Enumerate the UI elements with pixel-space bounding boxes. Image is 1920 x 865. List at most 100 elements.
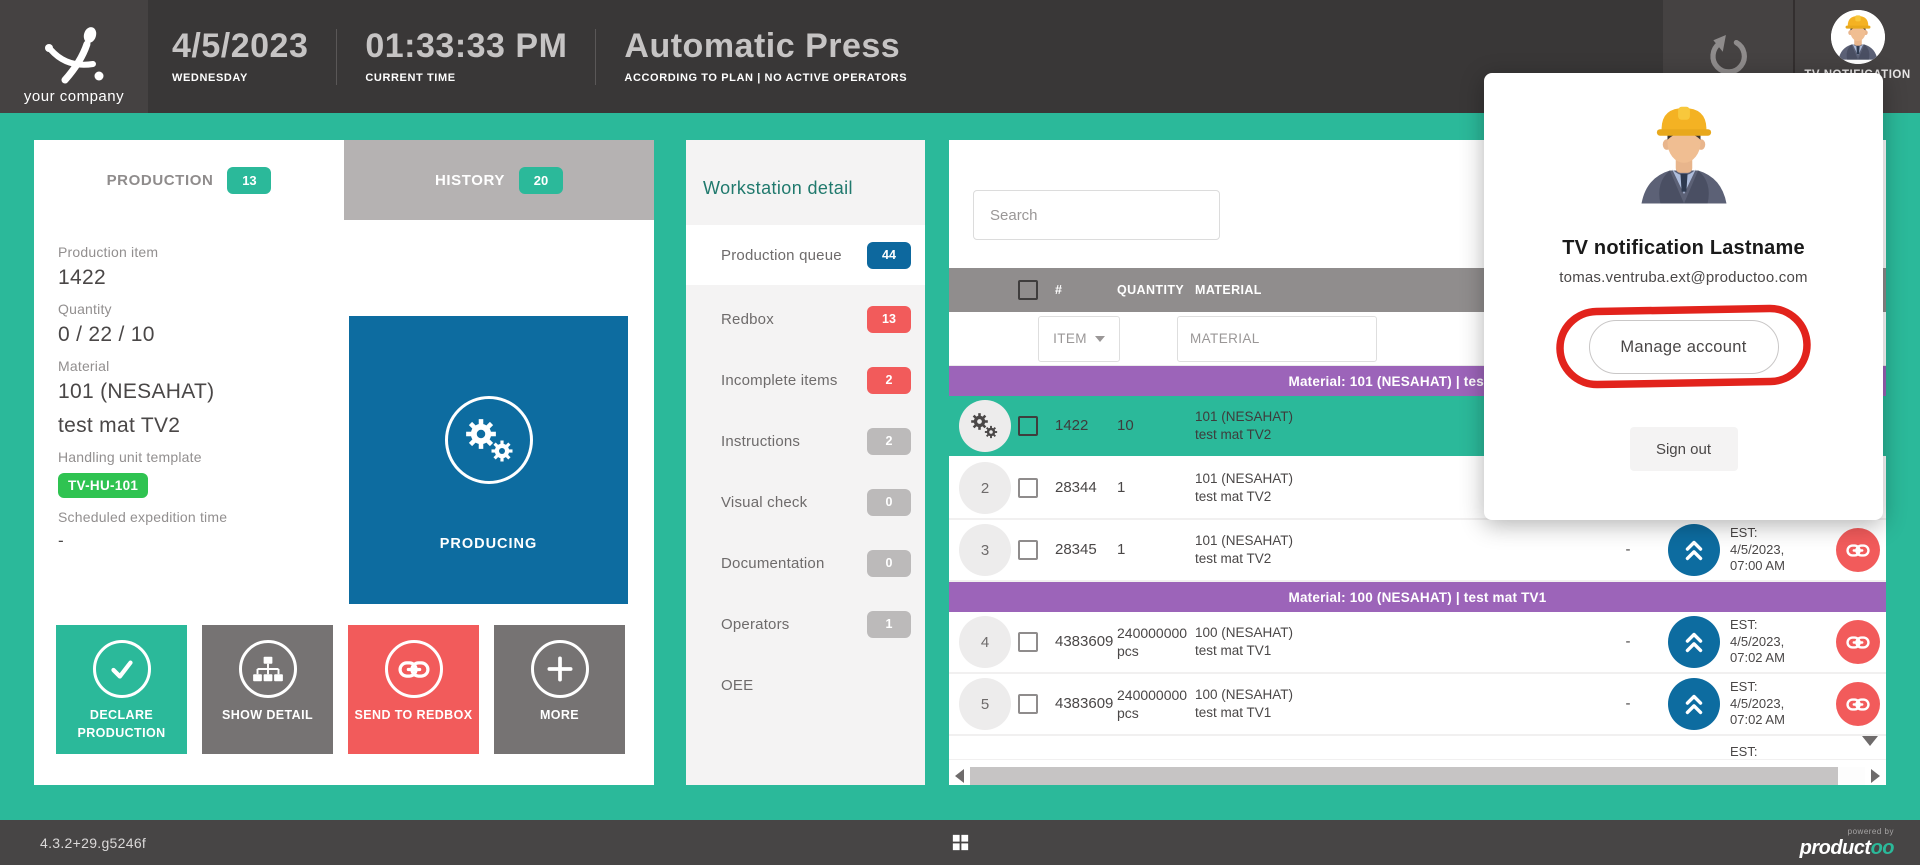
row-checkbox[interactable] <box>1018 694 1038 714</box>
account-name: TV notification Lastname <box>1562 237 1805 260</box>
horizontal-scrollbar[interactable] <box>955 766 1880 786</box>
producing-status-box: PRODUCING <box>349 316 628 604</box>
tab-history-label: HISTORY <box>435 172 505 189</box>
menu-item-redbox[interactable]: Redbox 13 <box>686 292 925 346</box>
documentation-count: 0 <box>867 550 911 577</box>
show-detail-button[interactable]: SHOW DETAIL <box>202 625 333 754</box>
producing-status-text: PRODUCING <box>349 536 628 552</box>
row-order-number: 5 <box>959 678 1011 730</box>
double-chevron-up-icon <box>1679 689 1709 719</box>
scroll-left-arrow[interactable] <box>955 769 964 783</box>
more-button[interactable]: MORE <box>494 625 625 754</box>
powered-by-text: powered by <box>1800 828 1894 836</box>
row-quantity: 240000000 <box>1117 686 1195 704</box>
hierarchy-icon <box>239 640 297 698</box>
menu-item-operators[interactable]: Operators 1 <box>686 597 925 651</box>
send-to-redbox-button[interactable]: SEND TO REDBOX <box>348 625 479 754</box>
operators-count: 1 <box>867 611 911 638</box>
manage-account-button[interactable]: Manage account <box>1589 320 1779 374</box>
double-chevron-up-icon <box>1679 627 1709 657</box>
workstation-status-label: ACCORDING TO PLAN | NO ACTIVE OPERATORS <box>624 72 907 84</box>
row-est-label: EST: <box>1730 617 1830 634</box>
bottom-bar: 4.3.2+29.g5246f powered by productoo <box>0 820 1920 865</box>
send-to-redbox-row-button[interactable] <box>1836 682 1880 726</box>
column-quantity: QUANTITY <box>1117 283 1184 297</box>
queue-row[interactable]: 3 28345 1 101 (NESAHAT) test mat TV2 - E… <box>949 520 1886 582</box>
send-to-redbox-row-button[interactable] <box>1836 528 1880 572</box>
row-quantity: 1 <box>1117 479 1125 496</box>
row-scheduled-value: - <box>1626 695 1631 712</box>
tab-history[interactable]: HISTORY 20 <box>344 140 654 220</box>
send-to-redbox-row-button[interactable] <box>1836 620 1880 664</box>
row-order-number: 3 <box>959 524 1011 576</box>
scrollbar-thumb[interactable] <box>970 767 1838 785</box>
row-checkbox[interactable] <box>1018 632 1038 652</box>
worker-avatar-icon <box>1625 95 1743 213</box>
tab-production[interactable]: PRODUCTION 13 <box>34 140 344 220</box>
row-quantity: 10 <box>1117 417 1134 434</box>
workstation-detail-card: Workstation detail Production queue 44 R… <box>686 140 925 785</box>
company-logo-text: your company <box>24 88 124 105</box>
workstation-menu: Production queue 44 Redbox 13 Incomplete… <box>686 225 925 712</box>
row-checkbox[interactable] <box>1018 416 1038 436</box>
tab-production-count: 13 <box>227 167 271 194</box>
productoo-logo: powered by productoo <box>1800 828 1894 858</box>
row-item-number: 28344 <box>1055 479 1097 496</box>
scroll-down-arrow[interactable] <box>1862 736 1878 746</box>
link-icon <box>1846 695 1870 714</box>
row-material-name: test mat TV1 <box>1195 642 1598 660</box>
account-email: tomas.ventruba.ext@productoo.com <box>1559 269 1807 286</box>
column-material: MATERIAL <box>1195 283 1262 297</box>
menu-item-oee[interactable]: OEE <box>686 658 925 712</box>
tab-history-count: 20 <box>519 167 563 194</box>
row-item-number: 4383609 <box>1055 695 1113 712</box>
row-quantity-unit: pcs <box>1117 642 1195 660</box>
check-icon <box>93 640 151 698</box>
row-material-name: test mat TV1 <box>1195 704 1598 722</box>
row-material-code: 101 (NESAHAT) <box>1195 532 1598 550</box>
priority-up-button[interactable] <box>1668 524 1720 576</box>
row-item-number: 1422 <box>1055 417 1088 434</box>
grid-layout-icon[interactable] <box>952 834 969 851</box>
menu-item-production-queue[interactable]: Production queue 44 <box>686 225 925 285</box>
row-checkbox[interactable] <box>1018 540 1038 560</box>
column-item: # <box>1055 283 1062 297</box>
incomplete-items-count: 2 <box>867 367 911 394</box>
search-input[interactable] <box>974 207 1219 224</box>
menu-item-visual-check[interactable]: Visual check 0 <box>686 475 925 529</box>
priority-up-button[interactable] <box>1668 616 1720 668</box>
workstation-name: Automatic Press <box>624 29 907 65</box>
row-est-date: 4/5/2023, <box>1730 696 1830 713</box>
row-scheduled-value: - <box>1626 633 1631 650</box>
link-icon <box>1846 633 1870 652</box>
menu-item-instructions[interactable]: Instructions 2 <box>686 414 925 468</box>
production-item-value: 1422 <box>58 266 654 290</box>
row-checkbox[interactable] <box>1018 478 1038 498</box>
menu-item-documentation[interactable]: Documentation 0 <box>686 536 925 590</box>
row-est-time: 07:00 AM <box>1730 558 1830 575</box>
declare-production-button[interactable]: DECLARE PRODUCTION <box>56 625 187 754</box>
row-quantity: 1 <box>1117 541 1125 558</box>
time-value: 01:33:33 PM <box>365 29 567 65</box>
plus-icon <box>531 640 589 698</box>
date-weekday-label: WEDNESDAY <box>172 72 308 84</box>
producing-row-gears-icon <box>959 400 1011 452</box>
instructions-count: 2 <box>867 428 911 455</box>
item-filter-dropdown[interactable]: ITEM <box>1038 316 1120 362</box>
queue-row-partial: EST: <box>949 736 1886 760</box>
row-material-code: 100 (NESAHAT) <box>1195 624 1598 642</box>
scrollbar-track[interactable] <box>970 767 1865 785</box>
select-all-checkbox[interactable] <box>1018 280 1038 300</box>
material-filter-input[interactable] <box>1178 331 1376 346</box>
scroll-right-arrow[interactable] <box>1871 769 1880 783</box>
row-est-date: 4/5/2023, <box>1730 634 1830 651</box>
queue-row[interactable]: 5 4383609 240000000 pcs 100 (NESAHAT) te… <box>949 674 1886 736</box>
priority-up-button[interactable] <box>1668 678 1720 730</box>
menu-item-incomplete-items[interactable]: Incomplete items 2 <box>686 353 925 407</box>
producing-gears-icon <box>445 396 533 484</box>
row-item-number: 28345 <box>1055 541 1097 558</box>
header-time: 01:33:33 PM CURRENT TIME <box>337 0 595 113</box>
row-quantity-unit: pcs <box>1117 704 1195 722</box>
queue-row[interactable]: 4 4383609 240000000 pcs 100 (NESAHAT) te… <box>949 612 1886 674</box>
sign-out-button[interactable]: Sign out <box>1630 427 1738 471</box>
